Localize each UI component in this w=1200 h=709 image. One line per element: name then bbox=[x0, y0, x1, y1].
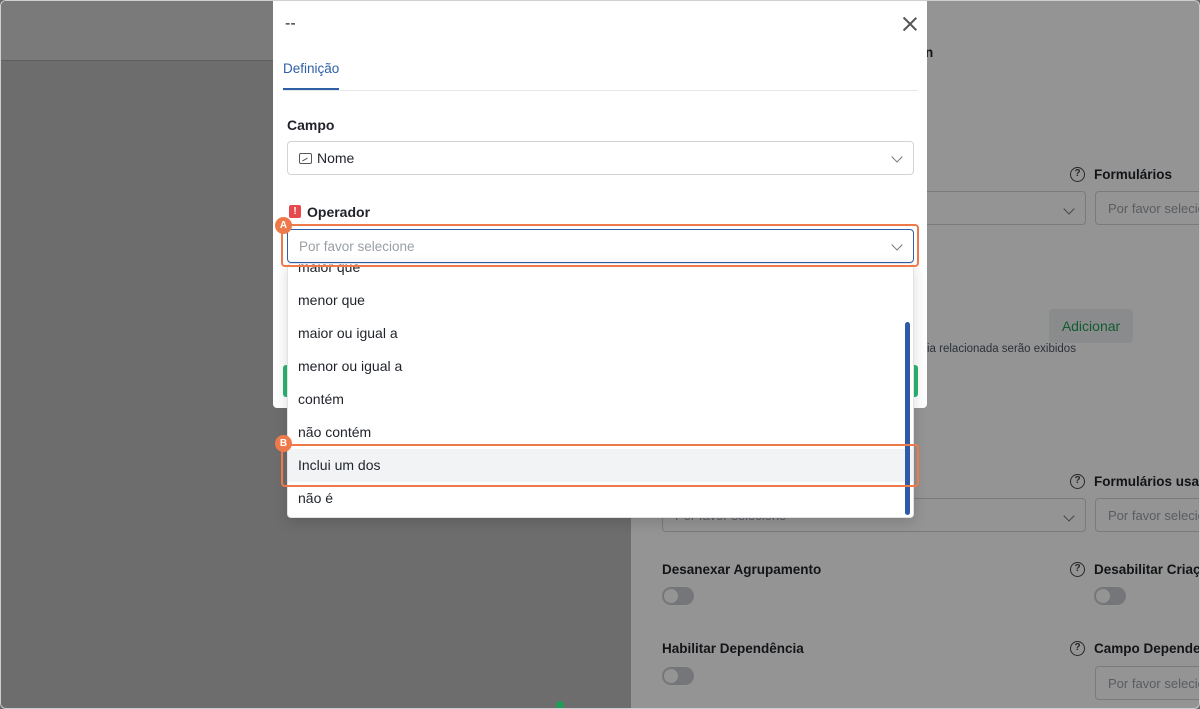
annotation-badge-b: B bbox=[275, 435, 292, 452]
required-icon: ! bbox=[289, 205, 301, 218]
app-window: n ? Formulários Por favor selecio Adicio… bbox=[0, 0, 1200, 709]
chevron-down-icon bbox=[891, 151, 903, 163]
text-field-icon bbox=[299, 153, 312, 164]
dropdown-option[interactable]: contém bbox=[288, 383, 913, 416]
dropdown-option[interactable]: menor que bbox=[288, 284, 913, 317]
status-dot-icon bbox=[556, 701, 564, 708]
annotation-badge-a: A bbox=[275, 217, 292, 234]
close-icon[interactable] bbox=[901, 15, 919, 33]
modal-title: -- bbox=[285, 15, 296, 32]
campo-select[interactable]: Nome bbox=[287, 141, 914, 175]
dropdown-option[interactable]: maior ou igual a bbox=[288, 317, 913, 350]
campo-value: Nome bbox=[317, 150, 355, 166]
highlight-a bbox=[281, 224, 919, 267]
highlight-b bbox=[281, 444, 919, 487]
dropdown-option[interactable]: menor ou igual a bbox=[288, 350, 913, 383]
operador-label: Operador bbox=[307, 204, 371, 220]
tabs-divider bbox=[283, 90, 918, 91]
campo-label: Campo bbox=[287, 117, 335, 133]
tab-definicao[interactable]: Definição bbox=[283, 61, 339, 76]
